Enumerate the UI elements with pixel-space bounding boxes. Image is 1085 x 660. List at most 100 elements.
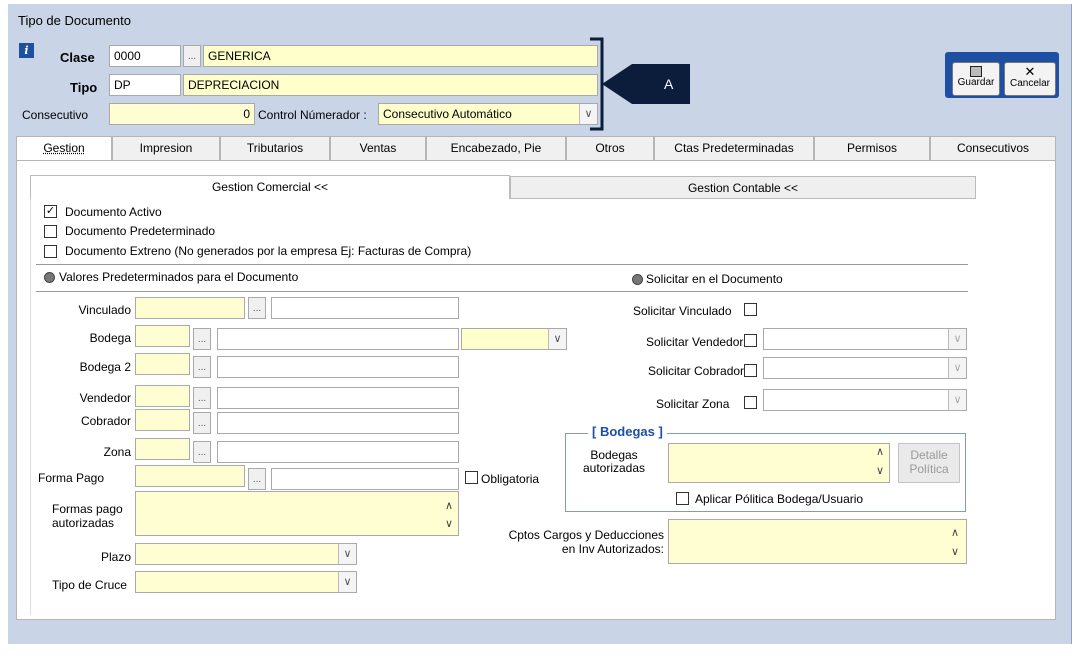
bodega2-lookup-button[interactable]: ... [193,356,211,378]
scroll-down-icon[interactable]: ∨ [948,546,962,558]
forma-pago-name-field[interactable] [271,468,459,490]
cobrador-code-field[interactable] [135,409,190,431]
divider [36,264,968,265]
chevron-down-icon[interactable]: ∨ [948,390,966,410]
forma-pago-code-field[interactable] [135,465,245,487]
zona-code-field[interactable] [135,438,190,460]
obligatoria-label: Obligatoria [481,472,540,486]
cobrador-name-field[interactable] [217,412,459,434]
subtab-gestion-comercial[interactable]: Gestion Comercial << [30,175,510,199]
tab-ventas[interactable]: Ventas [330,136,426,160]
cancel-button[interactable]: ✕ Cancelar [1004,62,1056,96]
zona-lookup-button[interactable]: ... [193,441,211,463]
detalle-politica-button[interactable]: Detalle Política [898,443,960,483]
vinculado-label: Vinculado [78,303,132,317]
bodega-label: Bodega [89,331,131,345]
zona-name-field[interactable] [217,441,459,463]
tab-impresion[interactable]: Impresion [112,136,220,160]
annotation-bracket [590,37,690,131]
tab-otros[interactable]: Otros [566,136,654,160]
bodegas-autorizadas-list[interactable] [668,443,890,483]
bodegas-autorizadas-label-line2: autorizadas [582,461,646,475]
solicitar-zona-checkbox[interactable] [744,396,757,409]
close-icon: ✕ [1024,64,1036,79]
control-numerador-value: Consecutivo Automático [383,107,512,121]
plazo-label: Plazo [100,550,131,564]
vendedor-code-field[interactable] [135,385,190,407]
solicitar-zona-select[interactable]: ∨ [763,389,967,411]
scroll-up-icon[interactable]: ∧ [948,527,962,539]
detalle-label: Detalle [910,448,948,462]
control-numerador-select[interactable]: Consecutivo Automático ∨ [378,103,598,125]
documento-externo-checkbox[interactable] [44,245,57,258]
scroll-down-icon[interactable]: ∨ [442,518,456,530]
tipo-code-field[interactable]: DP [109,74,181,96]
valores-section-title: Valores Predeterminados para el Document… [59,270,299,284]
save-button[interactable]: Guardar [952,62,1000,96]
bodega-code-field[interactable] [135,325,190,347]
solicitar-vendedor-select[interactable]: ∨ [763,328,967,350]
chevron-down-icon[interactable]: ∨ [948,329,966,349]
annotation-label: A [664,76,674,92]
obligatoria-checkbox[interactable] [465,471,478,484]
scroll-up-icon[interactable]: ∧ [442,500,456,512]
tipo-name-field[interactable]: DEPRECIACION [183,74,598,96]
scroll-up-icon[interactable]: ∧ [873,446,887,458]
vinculado-name-field[interactable] [271,297,459,319]
window-title: Tipo de Documento [18,13,131,28]
vinculado-code-field[interactable] [135,297,245,319]
solicitar-vendedor-checkbox[interactable] [744,334,757,347]
vendedor-label: Vendedor [79,391,131,405]
vendedor-lookup-button[interactable]: ... [193,387,211,409]
plazo-select[interactable]: ∨ [135,543,357,565]
solicitar-cobrador-select[interactable]: ∨ [763,357,967,379]
solicitar-bullet-icon [632,274,643,285]
formas-pago-autorizadas-list[interactable] [135,491,459,536]
documento-predeterminado-checkbox[interactable] [44,225,57,238]
clase-name-field[interactable]: GENERICA [203,45,598,67]
bodega-select[interactable]: ∨ [461,328,567,350]
bodega-name-field[interactable] [217,328,459,350]
chevron-down-icon[interactable]: ∨ [548,329,566,349]
save-label: Guardar [957,77,995,88]
consecutivo-field[interactable]: 0 [109,103,255,125]
scroll-down-icon[interactable]: ∨ [873,465,887,477]
solicitar-cobrador-label: Solicitar Cobrador [648,364,745,378]
bodega-lookup-button[interactable]: ... [193,328,211,350]
chevron-down-icon[interactable]: ∨ [948,358,966,378]
cobrador-label: Cobrador [80,414,131,428]
aplicar-politica-checkbox[interactable] [676,492,689,505]
clase-code-field[interactable]: 0000 [109,45,181,67]
tab-gestion[interactable]: Gestion [16,136,112,161]
tab-permisos[interactable]: Permisos [814,136,930,160]
vendedor-name-field[interactable] [217,387,459,409]
documento-activo-checkbox[interactable]: ✓ [44,205,57,218]
save-icon [970,66,982,77]
info-icon[interactable]: i [19,43,34,58]
forma-pago-lookup-button[interactable]: ... [248,468,266,490]
solicitar-section-title: Solicitar en el Documento [646,272,783,286]
subtab-gestion-contable[interactable]: Gestion Contable << [510,176,976,199]
consecutivo-label: Consecutivo [22,108,89,122]
tab-encabezado-pie[interactable]: Encabezado, Pie [426,136,566,160]
chevron-down-icon[interactable]: ∨ [338,544,356,564]
bodega2-label: Bodega 2 [79,360,131,374]
tab-consecutivos[interactable]: Consecutivos [930,136,1056,160]
vinculado-lookup-button[interactable]: ... [248,297,266,319]
bodega2-code-field[interactable] [135,353,190,375]
tab-tributarios[interactable]: Tributarios [220,136,330,160]
clase-lookup-button[interactable]: ... [183,45,201,67]
chevron-down-icon[interactable]: ∨ [338,572,356,592]
solicitar-vinculado-label: Solicitar Vinculado [633,304,732,318]
bodegas-autorizadas-label-line1: Bodegas [590,448,638,462]
solicitar-vinculado-checkbox[interactable] [744,303,757,316]
control-numerador-label: Control Númerador : [258,108,367,122]
tab-ctas-predeterminadas[interactable]: Ctas Predeterminadas [654,136,814,160]
cptos-autorizados-list[interactable] [668,519,967,564]
tipo-cruce-select[interactable]: ∨ [135,571,357,593]
solicitar-cobrador-checkbox[interactable] [744,364,757,377]
cobrador-lookup-button[interactable]: ... [193,412,211,434]
forma-pago-label: Forma Pago [38,471,105,485]
bodegas-group-title: [ Bodegas ] [588,424,667,439]
bodega2-name-field[interactable] [217,356,459,378]
